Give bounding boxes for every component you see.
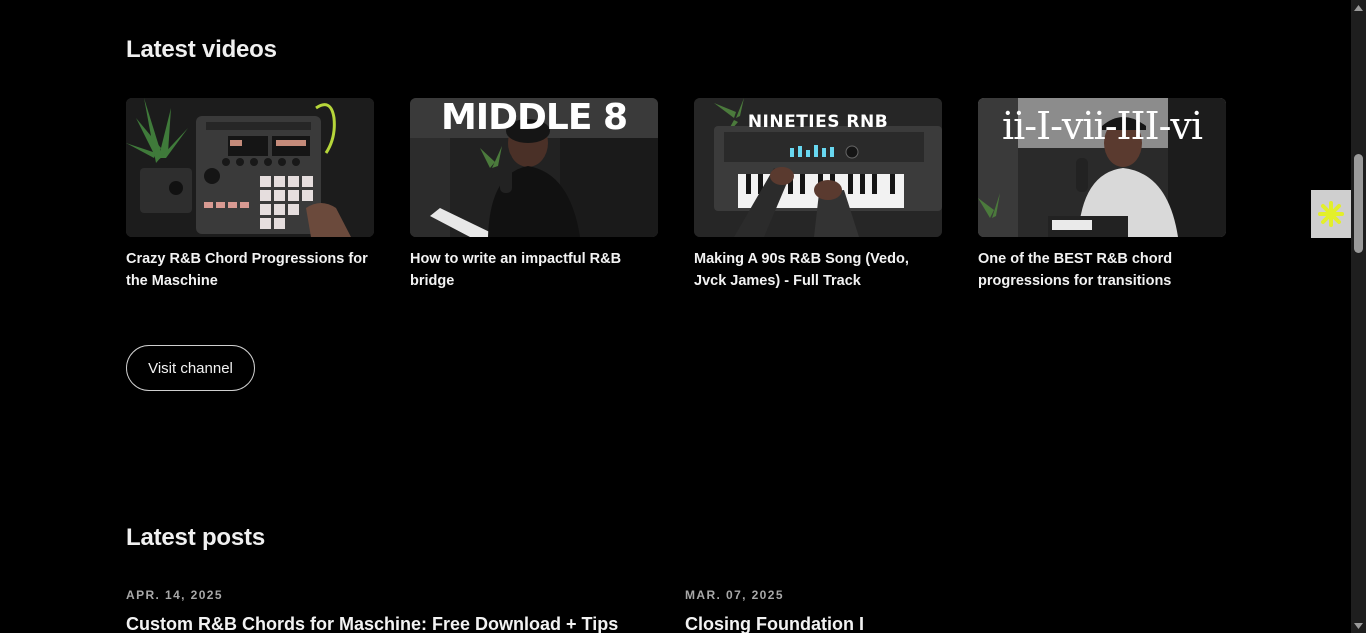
- video-title[interactable]: How to write an impactful R&B bridge: [410, 248, 658, 292]
- video-card[interactable]: MIDDLE 8 How to write an impactful R&B b…: [410, 98, 658, 292]
- thumbnail-overlay-text: MIDDLE 8: [440, 98, 628, 138]
- video-card[interactable]: NINETIES RNB Making A 90s R&B Song (Vedo…: [694, 98, 942, 292]
- post-date: APR. 14, 2025: [126, 588, 223, 602]
- latest-posts-heading: Latest posts: [126, 524, 265, 551]
- video-thumbnail[interactable]: NINETIES RNB: [694, 98, 942, 237]
- page: Latest videos Crazy R&B Chord Progressio…: [0, 0, 1366, 633]
- video-card[interactable]: Crazy R&B Chord Progressions for the Mas…: [126, 98, 374, 292]
- thumbnail-overlay-text: NINETIES RNB: [747, 112, 889, 132]
- asterisk-icon: [1318, 201, 1344, 227]
- latest-videos-heading: Latest videos: [126, 36, 277, 63]
- video-title[interactable]: One of the BEST R&B chord progressions f…: [978, 248, 1226, 292]
- video-thumbnail[interactable]: [126, 98, 374, 237]
- post-date: MAR. 07, 2025: [685, 588, 784, 602]
- maschine-controller-thumbnail: [126, 98, 374, 237]
- post-item[interactable]: APR. 14, 2025 Custom R&B Chords for Masc…: [126, 588, 666, 633]
- video-thumbnail[interactable]: ii-I-vii-III-vi: [978, 98, 1226, 237]
- video-title[interactable]: Crazy R&B Chord Progressions for the Mas…: [126, 248, 374, 292]
- thumbnail-overlay-text: ii-I-vii-III-vi: [1001, 104, 1203, 148]
- video-title[interactable]: Making A 90s R&B Song (Vedo, Jvck James)…: [694, 248, 942, 292]
- scroll-up-arrow-icon[interactable]: [1351, 0, 1366, 15]
- video-thumbnail[interactable]: MIDDLE 8: [410, 98, 658, 237]
- visit-channel-button[interactable]: Visit channel: [126, 345, 255, 391]
- accessibility-widget-button[interactable]: [1311, 190, 1351, 238]
- video-card[interactable]: ii-I-vii-III-vi One of the BEST R&B chor…: [978, 98, 1226, 292]
- post-item[interactable]: MAR. 07, 2025 Closing Foundation I: [685, 588, 1225, 633]
- video-grid: Crazy R&B Chord Progressions for the Mas…: [126, 98, 1226, 292]
- post-title[interactable]: Closing Foundation I: [685, 614, 1225, 633]
- scroll-down-arrow-icon[interactable]: [1351, 618, 1366, 633]
- post-title[interactable]: Custom R&B Chords for Maschine: Free Dow…: [126, 614, 666, 633]
- vertical-scrollbar[interactable]: [1351, 0, 1366, 633]
- scrollbar-thumb[interactable]: [1354, 154, 1363, 253]
